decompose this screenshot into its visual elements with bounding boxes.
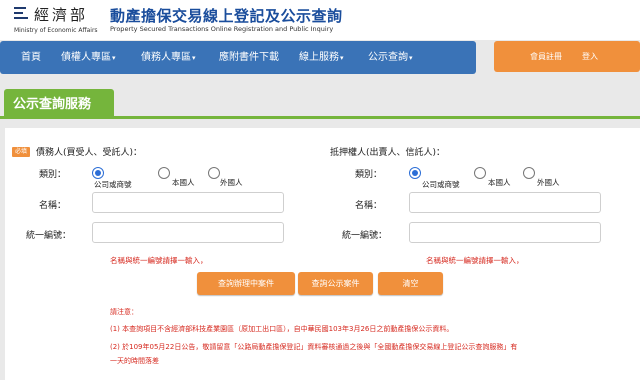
debtor-title: 債務人(買受人、受託人)： [36,148,143,158]
register-link[interactable]: 會員註冊 [530,41,562,72]
mortgagor-hint: 名稱與統一編號請擇一輸入， [426,256,524,265]
login-link[interactable]: 登入 [582,41,598,72]
mortgagor-radio-foreign-label[interactable]: 外國人 [537,177,560,188]
debtor-hint: 名稱與統一編號請擇一輸入， [110,256,208,265]
debtor-radio-domestic-label[interactable]: 本國人 [172,177,195,188]
debtor-id-label: 統一編號： [26,231,72,241]
nav-item-online-services[interactable]: 線上服務▾ [299,41,344,74]
nav-item-downloads[interactable]: 應附書件下載 [219,41,279,74]
debtor-id-input[interactable] [92,222,284,243]
nav-item-creditor[interactable]: 債權人專區▾ [61,41,116,74]
caret-down-icon: ▾ [340,54,344,62]
mortgagor-radio-domestic[interactable] [474,167,486,179]
mortgagor-id-label: 統一編號： [342,231,388,241]
search-pending-button[interactable]: 查詢辦理中案件 [197,272,295,295]
nav-item-public-inquiry[interactable]: 公示查詢▾ [368,41,413,74]
moea-english-name: Ministry of Economic Affairs [14,27,98,34]
debtor-category-label: 類別： [38,170,66,180]
main-nav: 首頁 債權人專區▾ 債務人專區▾ 應附書件下載 線上服務▾ 公示查詢▾ [0,41,476,74]
nav-item-debtor[interactable]: 債務人專區▾ [141,41,196,74]
notes-heading: 請注意： [110,308,138,316]
mortgagor-id-input[interactable] [409,222,601,243]
debtor-radio-company-label[interactable]: 公司或商號 [94,179,132,190]
caret-down-icon: ▾ [112,54,116,62]
debtor-radio-foreign-label[interactable]: 外國人 [220,177,243,188]
site-subtitle: Property Secured Transactions Online Reg… [110,25,334,33]
mortgagor-radio-company[interactable] [409,167,421,179]
moea-emblem-icon [14,7,28,21]
mortgagor-radio-company-label[interactable]: 公司或商號 [422,179,460,190]
section-tab: 公示查詢服務 [4,89,114,116]
caret-down-icon: ▾ [192,54,196,62]
mortgagor-radio-domestic-label[interactable]: 本國人 [488,177,511,188]
note-line-1: (1) 本查詢項目不含經濟部科技產業園區（原加工出口區），自中華民國103年3月… [110,325,454,333]
mortgagor-name-input[interactable] [409,192,601,213]
debtor-radio-company[interactable] [92,167,104,179]
section-title: 公示查詢服務 [13,97,92,112]
search-public-button[interactable]: 查詢公示案件 [298,272,373,295]
mortgagor-name-label: 名稱： [354,201,382,211]
site-header: 經濟部 Ministry of Economic Affairs 動產擔保交易線… [0,0,640,40]
nav-item-home[interactable]: 首頁 [21,41,41,74]
debtor-radio-foreign[interactable] [208,167,220,179]
debtor-radio-domestic[interactable] [158,167,170,179]
site-title[interactable]: 動產擔保交易線上登記及公示查詢 [110,5,343,26]
section-divider [0,116,640,119]
note-line-2: (2) 於109年05月22日公告，敬請留意「公路局動產擔保登記」資料審核通過之… [110,343,518,351]
clear-button[interactable]: 清空 [378,272,443,295]
moea-logo[interactable]: 經濟部 Ministry of Economic Affairs [14,4,102,36]
debtor-name-input[interactable] [92,192,284,213]
mortgagor-category-label: 類別： [354,170,382,180]
moea-name: 經濟部 [34,6,89,24]
note-line-3: 一天的時間落差 [110,357,159,365]
mortgagor-title: 抵押權人(出賣人、信託人)： [330,148,446,158]
member-box: 會員註冊 登入 [494,41,640,72]
mortgagor-radio-foreign[interactable] [523,167,535,179]
caret-down-icon: ▾ [409,54,413,62]
required-badge: 必填 [12,147,30,157]
debtor-name-label: 名稱： [38,201,66,211]
